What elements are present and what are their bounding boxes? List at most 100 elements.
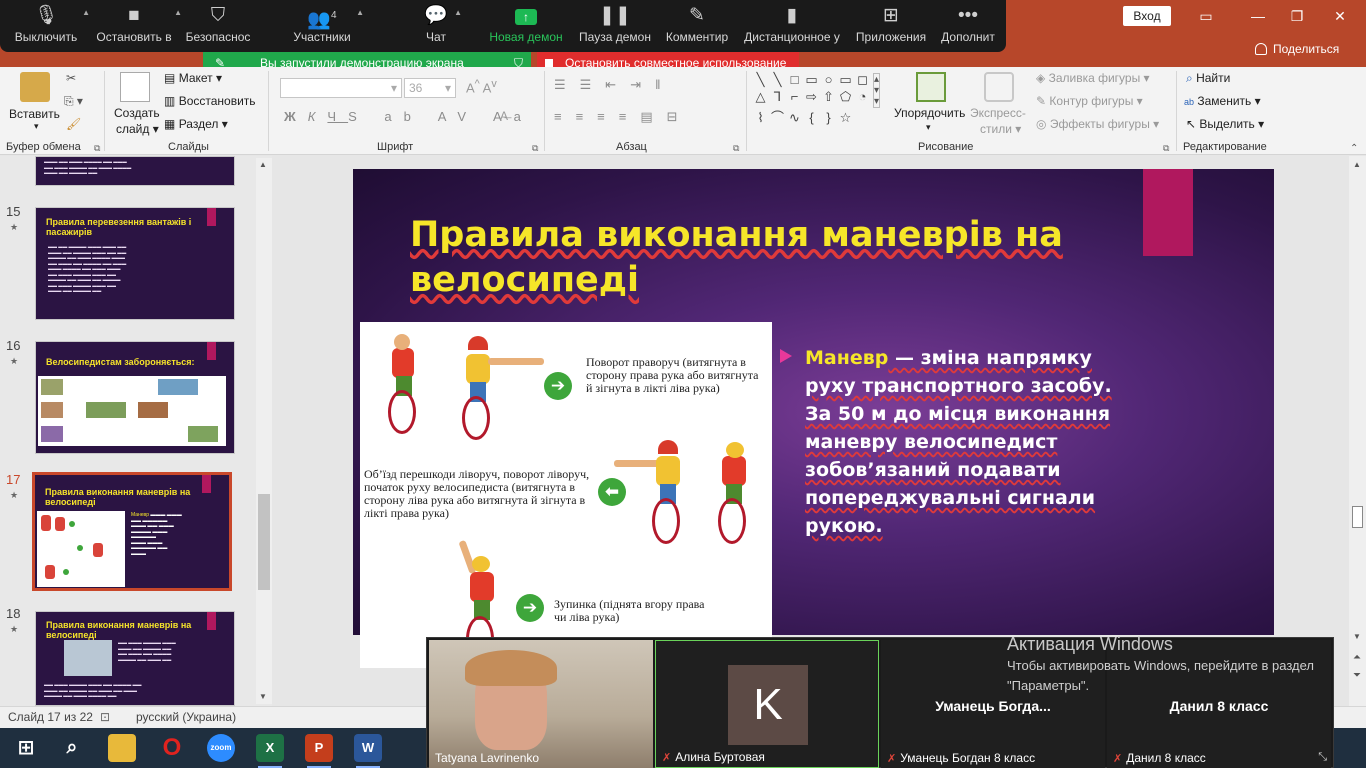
layout-button[interactable]: ▤ Макет ▾ — [164, 71, 222, 85]
slide-thumbnail-17[interactable]: Правила виконання маневрів на велосипеді… — [32, 472, 232, 591]
slide-thumbnail[interactable]: ▬▬▬ ▬▬ ▬▬▬ ▬▬▬▬ ▬▬ ▬▬▬ ▬▬ ▬▬▬ ▬▬▬▬ ▬▬ ▬▬▬… — [35, 156, 235, 186]
grow-font-icon[interactable]: A^ Av — [466, 78, 497, 95]
activation-watermark-text: Чтобы активировать Windows, перейдите в … — [1007, 658, 1314, 693]
minimize-icon[interactable]: — — [1238, 4, 1278, 28]
shape-effects-button[interactable]: ◎ Эффекты фигуры ▾ — [1036, 117, 1159, 131]
apps-button[interactable]: ⊞ Приложения — [852, 0, 930, 52]
windows-start-icon[interactable]: ⊞ — [12, 734, 40, 762]
shape-outline-button[interactable]: ✎ Контур фигуры ▾ — [1036, 94, 1143, 108]
chevron-up-icon[interactable]: ▲ — [454, 8, 462, 17]
slide-title[interactable]: Правила виконання маневрів на велосипеді — [410, 213, 1140, 303]
language-indicator[interactable]: русский (Украина) — [136, 710, 236, 724]
select-button[interactable]: ↖ Выделить ▾ — [1186, 117, 1264, 131]
thumbnails-scrollbar[interactable]: ▲ ▼ — [256, 158, 272, 704]
list-buttons[interactable]: ☰☰⇤⇥‖ — [554, 77, 674, 93]
chevron-down-icon[interactable]: ▾ — [926, 122, 931, 133]
next-slide-icon[interactable]: ⏷ — [1353, 670, 1361, 681]
shapes-gallery[interactable]: ╲ ╲ □ ▭ ○ ▭ ◻ △ ⅂ ⌐ ⇨ ⇧ ⬠ ◔ ⌇ ⌒ ∿{} ☆ — [752, 71, 872, 129]
chevron-up-icon[interactable]: ▲ — [259, 160, 267, 169]
stop-video-button[interactable]: ■ Остановить в ▲ — [92, 0, 182, 52]
replace-button[interactable]: ab Заменить ▾ — [1184, 94, 1261, 108]
security-button[interactable]: ⛉ Безопаснос — [182, 0, 254, 52]
slide-thumbnail-15[interactable]: Правила перевезення вантажів і пасажирів… — [35, 207, 235, 320]
slide-number: 18 — [6, 606, 21, 621]
more-button[interactable]: ••• Дополнит — [938, 0, 998, 52]
section-button[interactable]: ▦ Раздел ▾ — [164, 117, 228, 131]
restore-icon[interactable]: ❐ — [1277, 4, 1317, 28]
arrange-icon[interactable] — [916, 72, 946, 102]
copy-icon[interactable]: ⎘ ▾ — [64, 94, 83, 109]
slide-bullet-text[interactable]: Маневр — зміна напрямку руху транспортно… — [780, 344, 1140, 540]
quick-styles-button[interactable]: Экспресс- — [970, 106, 1026, 120]
slide-thumbnail-16[interactable]: Велосипедистам забороняється: — [35, 341, 235, 454]
chevron-up-icon[interactable]: ▲ — [174, 8, 182, 17]
font-name-combo[interactable]: ▾ — [280, 78, 402, 98]
annotate-button[interactable]: ✎ Комментир — [662, 0, 732, 52]
scrollbar-thumb[interactable] — [258, 494, 270, 590]
thumbnail-title: Правила перевезення вантажів і пасажирів — [46, 217, 192, 237]
format-painter-icon[interactable]: 🖌 — [66, 117, 81, 131]
new-slide-button[interactable]: Создать — [114, 106, 160, 120]
expand-icon[interactable]: ⤡ — [1318, 751, 1327, 764]
star-icon: ★ — [10, 490, 19, 500]
dialog-launcher-icon[interactable]: ⧉ — [94, 143, 100, 154]
previous-slide-icon[interactable]: ⏶ — [1353, 652, 1361, 663]
cut-icon[interactable]: ✂ — [66, 71, 76, 85]
collapse-ribbon-icon[interactable]: ⌃ — [1350, 143, 1358, 154]
new-slide-icon[interactable] — [120, 72, 150, 102]
effects-icon: ◎ — [1036, 117, 1047, 131]
mute-button[interactable]: 🎙 Выключить ▲ — [8, 0, 90, 52]
slide-scrollbar[interactable]: ▲ ▼ ⏶ ⏷ — [1349, 156, 1366, 706]
new-share-button[interactable]: ↑ Новая демон — [486, 0, 566, 52]
clear-formatting-icon[interactable]: A̶ — [500, 109, 508, 123]
chevron-down-icon[interactable]: ▾ — [34, 121, 39, 132]
remote-control-button[interactable]: ▮ Дистанционное у — [740, 0, 844, 52]
right-turn-caption: Поворот праворуч (витягнута в сторону пр… — [586, 355, 759, 395]
participants-button[interactable]: 👥4 Участники ▲ — [286, 0, 364, 52]
close-icon[interactable]: ✕ — [1320, 4, 1360, 28]
alignment-buttons[interactable]: ≡≡≡≡▤⊟ — [554, 109, 692, 125]
file-explorer-icon[interactable] — [108, 734, 136, 762]
shapes-scroll-icon[interactable]: ▴ ▾ ▾ — [873, 73, 881, 108]
paste-button[interactable]: Вставить — [9, 107, 60, 121]
find-button[interactable]: ⌕ Найти — [1186, 71, 1230, 86]
dialog-launcher-icon[interactable]: ⧉ — [733, 143, 739, 154]
arrange-button[interactable]: Упорядочить — [894, 106, 965, 120]
chevron-up-icon[interactable]: ▲ — [1353, 160, 1361, 169]
shape-fill-button[interactable]: ◈ Заливка фигуры ▾ — [1036, 71, 1150, 85]
chevron-down-icon[interactable]: ▼ — [259, 692, 267, 701]
scrollbar-thumb[interactable] — [1352, 506, 1363, 528]
participant-tile[interactable]: K ✗ Алина Буртовая — [655, 640, 879, 768]
chat-button[interactable]: 💬 Чат ▲ — [416, 0, 462, 52]
slide-thumbnail-18[interactable]: Правила виконання маневрів на велосипеді… — [35, 611, 235, 706]
clipboard-group-label: Буфер обмена — [6, 141, 81, 153]
paint-bucket-icon: ◈ — [1036, 71, 1046, 85]
share-button[interactable]: Поделиться — [1255, 40, 1365, 58]
search-icon[interactable]: ⌕ — [58, 734, 86, 762]
chevron-down-icon: ▾ — [390, 81, 397, 95]
dialog-launcher-icon[interactable]: ⧉ — [1163, 143, 1169, 154]
pause-icon: ❚❚ — [599, 5, 631, 26]
powerpoint-icon[interactable]: P — [305, 734, 333, 768]
chevron-down-icon[interactable]: ▼ — [1353, 632, 1361, 641]
reset-button[interactable]: ▥ Восстановить — [164, 94, 256, 108]
zoom-app-icon[interactable]: zoom — [207, 734, 235, 762]
chevron-up-icon[interactable]: ▲ — [82, 8, 90, 17]
quick-styles-button-label[interactable]: стили ▾ — [980, 122, 1021, 136]
pause-share-button[interactable]: ❚❚ Пауза демон — [575, 0, 655, 52]
bike-signals-illustration[interactable]: ➔ Поворот праворуч (витягнута в сторону … — [360, 322, 772, 668]
quick-styles-icon[interactable] — [984, 72, 1014, 102]
paste-icon[interactable] — [20, 72, 50, 102]
spellcheck-icon[interactable]: ⊡ — [100, 710, 110, 724]
new-slide-button-label[interactable]: слайд ▾ — [116, 122, 159, 136]
word-icon[interactable]: W — [354, 734, 382, 768]
sign-in-button[interactable]: Вход — [1123, 6, 1171, 26]
font-format-buttons[interactable]: ЖКЧS ab AV Aa — [284, 109, 533, 124]
excel-icon[interactable]: X — [256, 734, 284, 768]
font-size-combo[interactable]: 36 ▾ — [404, 78, 456, 98]
ribbon-display-icon[interactable]: ▭ — [1186, 4, 1226, 28]
dialog-launcher-icon[interactable]: ⧉ — [532, 143, 538, 154]
chevron-up-icon[interactable]: ▲ — [356, 8, 364, 17]
participant-tile[interactable]: Tatyana Lavrinenko — [429, 640, 653, 768]
opera-icon[interactable]: O — [158, 734, 186, 762]
